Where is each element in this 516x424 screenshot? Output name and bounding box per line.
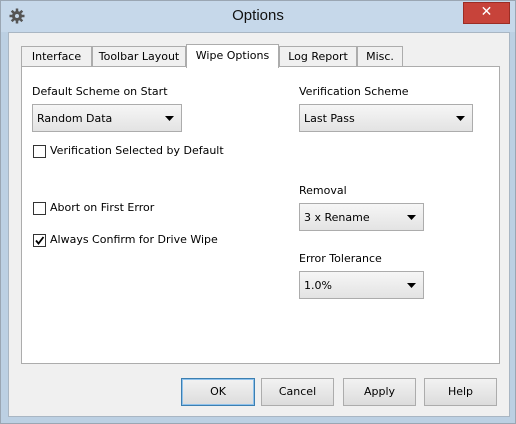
checkbox-box (33, 202, 46, 215)
removal-value: 3 x Rename (304, 211, 370, 224)
dropdown-arrow-icon (407, 283, 416, 288)
tab-wipe-options[interactable]: Wipe Options (186, 44, 279, 68)
always-confirm-label: Always Confirm for Drive Wipe (50, 233, 218, 246)
error-tolerance-value: 1.0% (304, 279, 332, 292)
cancel-button[interactable]: Cancel (261, 378, 334, 406)
wipe-options-panel: Default Scheme on Start Random Data Veri… (21, 66, 500, 364)
verification-selected-checkbox[interactable]: Verification Selected by Default (33, 144, 233, 160)
verification-scheme-value: Last Pass (304, 112, 355, 125)
options-window: Options ✕ Interface Toolbar Layout Wipe … (0, 0, 516, 424)
help-button[interactable]: Help (424, 378, 497, 406)
error-tolerance-dropdown[interactable]: 1.0% (299, 271, 424, 299)
checkmark-icon (35, 236, 45, 245)
tab-log-report[interactable]: Log Report (279, 46, 357, 66)
close-icon: ✕ (480, 4, 493, 20)
verification-scheme-dropdown[interactable]: Last Pass (299, 104, 473, 132)
verification-scheme-label: Verification Scheme (299, 85, 409, 98)
abort-first-error-checkbox[interactable]: Abort on First Error (33, 201, 183, 217)
removal-label: Removal (299, 184, 347, 197)
verification-selected-label: Verification Selected by Default (50, 144, 224, 157)
tab-interface[interactable]: Interface (21, 46, 92, 66)
default-scheme-dropdown[interactable]: Random Data (32, 104, 182, 132)
removal-dropdown[interactable]: 3 x Rename (299, 203, 424, 231)
always-confirm-checkbox[interactable]: Always Confirm for Drive Wipe (33, 233, 233, 249)
title-bar[interactable]: Options ✕ (1, 1, 515, 32)
tab-toolbar-layout[interactable]: Toolbar Layout (92, 46, 186, 66)
checkbox-box (33, 145, 46, 158)
window-title: Options (232, 7, 284, 24)
close-button[interactable]: ✕ (463, 2, 510, 24)
dropdown-arrow-icon (407, 215, 416, 220)
tab-misc[interactable]: Misc. (357, 46, 403, 66)
error-tolerance-label: Error Tolerance (299, 252, 382, 265)
abort-first-error-label: Abort on First Error (50, 201, 155, 214)
apply-button[interactable]: Apply (343, 378, 416, 406)
checkbox-box (33, 234, 46, 247)
default-scheme-value: Random Data (37, 112, 113, 125)
default-scheme-label: Default Scheme on Start (32, 85, 168, 98)
dropdown-arrow-icon (456, 116, 465, 121)
ok-button[interactable]: OK (181, 378, 255, 406)
dropdown-arrow-icon (165, 116, 174, 121)
dialog-body: Interface Toolbar Layout Wipe Options Lo… (8, 32, 510, 417)
